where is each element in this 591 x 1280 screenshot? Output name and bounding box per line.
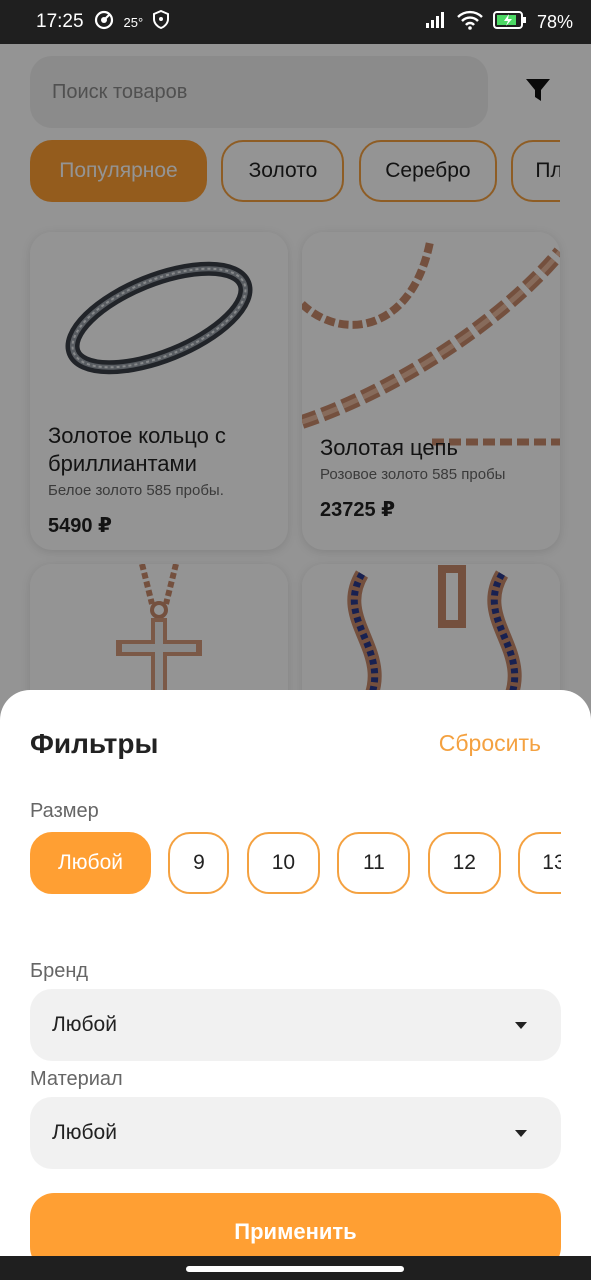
filter-sheet: Фильтры Сбросить Размер Любой 9 10 11 12… (0, 690, 591, 1256)
status-time: 17:25 (36, 11, 84, 32)
home-indicator[interactable] (186, 1266, 404, 1272)
system-nav-bar (0, 1256, 591, 1280)
material-value: Любой (52, 1121, 117, 1144)
brand-value: Любой (52, 1013, 117, 1036)
material-label: Материал (30, 1068, 123, 1090)
apply-button[interactable]: Применить (30, 1193, 561, 1256)
wifi-icon (457, 10, 483, 35)
hotspot-icon (94, 10, 114, 35)
reset-button[interactable]: Сбросить (439, 730, 541, 757)
dropdown-arrow-icon (515, 1129, 527, 1137)
battery-icon (492, 10, 527, 34)
status-bar: 17:25 25° 78% (0, 0, 591, 44)
dropdown-arrow-icon (515, 1021, 527, 1029)
status-temperature: 25° (123, 14, 144, 30)
size-chip-11[interactable]: 11 (337, 832, 411, 894)
size-chips: Любой 9 10 11 12 13.5 (30, 832, 561, 896)
size-chip-10[interactable]: 10 (246, 832, 320, 894)
filter-sheet-title: Фильтры (30, 728, 159, 759)
shield-icon (153, 9, 170, 34)
material-dropdown[interactable]: Любой (30, 1097, 561, 1169)
size-label: Размер (30, 800, 99, 822)
app-content: Поиск товаров Популярное Золото Серебро … (0, 44, 591, 1256)
brand-label: Бренд (30, 960, 89, 982)
battery-percentage: 78% (536, 11, 573, 32)
size-chip-13-5[interactable]: 13.5 (518, 832, 561, 894)
size-chip-any[interactable]: Любой (30, 832, 151, 894)
size-chip-9[interactable]: 9 (168, 832, 230, 894)
brand-dropdown[interactable]: Любой (30, 989, 561, 1061)
signal-icon (425, 11, 447, 34)
size-chip-12[interactable]: 12 (427, 832, 501, 894)
